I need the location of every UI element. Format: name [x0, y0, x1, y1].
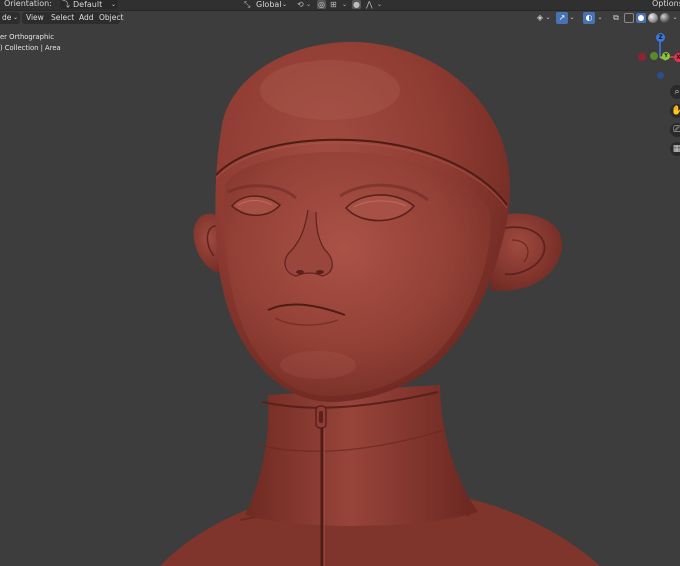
sculpt-model — [160, 41, 600, 566]
neg-z-axis-icon[interactable] — [657, 72, 664, 79]
neg-y-axis-icon[interactable] — [650, 52, 658, 60]
x-axis-icon[interactable]: X — [674, 53, 680, 62]
z-axis-icon[interactable]: Z — [656, 33, 665, 42]
zoom-icon[interactable]: ⌕ — [670, 85, 680, 99]
camera-icon[interactable]: ⎚ — [670, 123, 680, 137]
hand-icon[interactable]: ✋ — [670, 104, 680, 118]
navigation-gizmo[interactable]: Z X Y — [632, 30, 680, 82]
blender-window: Orientation: ⤵ Default ⌄ ⤡ Global ⌄ ⟲ ⌄ … — [0, 0, 680, 566]
grid-icon[interactable]: ▦ — [670, 142, 680, 156]
neg-x-axis-icon[interactable] — [638, 53, 646, 61]
y-axis-icon[interactable]: Y — [662, 52, 670, 60]
